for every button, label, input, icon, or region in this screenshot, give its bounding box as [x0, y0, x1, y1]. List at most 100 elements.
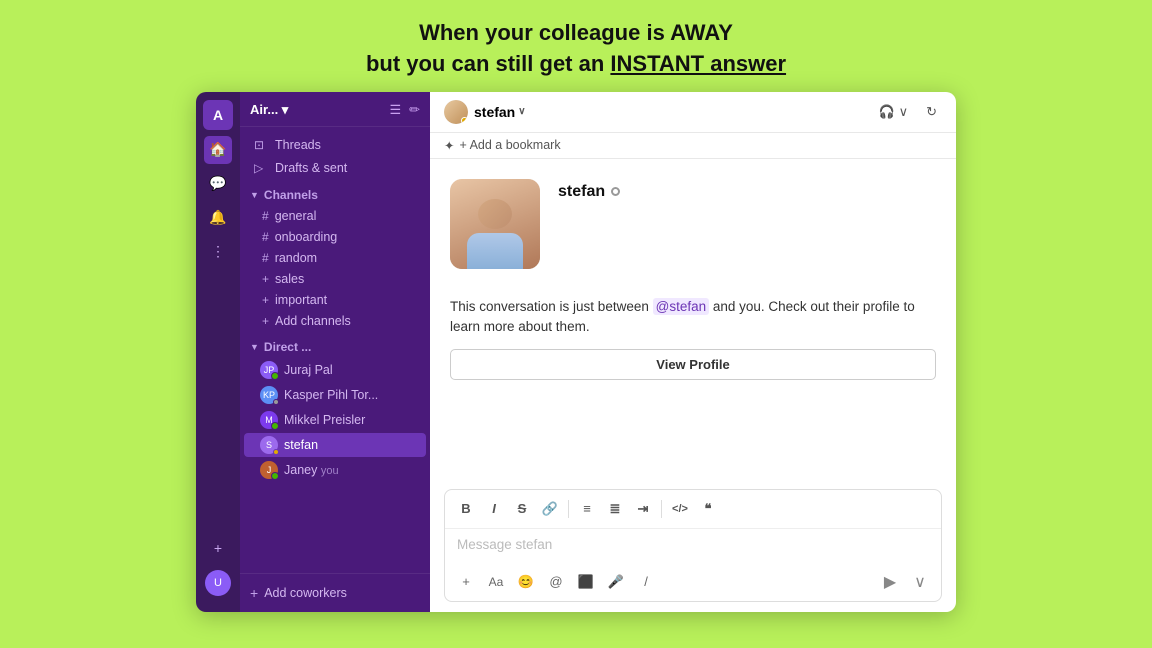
sidebar-header-icons: ☰ ✏ [389, 102, 420, 118]
hash-icon: # [262, 251, 269, 265]
dm-mikkel[interactable]: M Mikkel Preisler [244, 408, 426, 432]
message-composer: B I S 🔗 ≡ ≣ ⇥ </> ❝ Message stefan + Aa … [444, 489, 942, 602]
rail-add-icon[interactable]: + [204, 534, 232, 562]
channel-important[interactable]: + important [244, 290, 426, 310]
channel-general[interactable]: # general [244, 206, 426, 226]
profile-intro: stefan [450, 179, 936, 269]
channel-add[interactable]: + Add channels [244, 311, 426, 331]
app-logo[interactable]: A [203, 100, 233, 130]
italic-button[interactable]: I [481, 496, 507, 522]
bold-button[interactable]: B [453, 496, 479, 522]
header-name[interactable]: stefan ∨ [474, 104, 526, 120]
message-input[interactable]: Message stefan [445, 529, 941, 565]
indent-button[interactable]: ⇥ [630, 496, 656, 522]
rail-bottom: + U [204, 534, 232, 604]
dm-janey[interactable]: J Janey you [244, 458, 426, 482]
dm-avatar-janey: J [260, 461, 278, 479]
send-button[interactable]: ▶ [877, 569, 903, 595]
drafts-icon: ▷ [254, 161, 268, 175]
headline: When your colleague is AWAY but you can … [366, 0, 786, 92]
composer-footer-left: + Aa 😊 @ ⬛ 🎤 / [453, 569, 659, 595]
channel-sales[interactable]: + sales [244, 269, 426, 289]
channels-collapse-icon: ▼ [250, 190, 259, 200]
add-coworkers-icon: + [250, 585, 258, 601]
header-chevron-icon: ∨ [518, 106, 525, 117]
sidebar: Air... ▾ ☰ ✏ ⊡ Threads ▷ Drafts & sent ▼… [240, 92, 430, 612]
filter-icon[interactable]: ☰ [389, 102, 401, 118]
add-bookmark-icon: ✦ [444, 138, 454, 153]
refresh-icon-btn[interactable]: ↻ [921, 101, 942, 123]
workspace-name[interactable]: Air... ▾ [250, 102, 288, 118]
threads-icon: ⊡ [254, 138, 268, 152]
header-status-dot [461, 117, 468, 124]
add-channel-icon: + [262, 314, 269, 328]
intro-text: This conversation is just between @stefa… [450, 297, 936, 338]
composer-toolbar: B I S 🔗 ≡ ≣ ⇥ </> ❝ [445, 490, 941, 529]
avatar-body [467, 233, 523, 269]
blockquote-button[interactable]: ❝ [695, 496, 721, 522]
compose-icon[interactable]: ✏ [409, 102, 420, 118]
call-icon-btn[interactable]: 🎧 ∨ [874, 101, 913, 123]
app-container: A 🏠 💬 🔔 ⋮ + U Air... ▾ ☰ ✏ ⊡ Threads [196, 92, 956, 612]
hash-icon: # [262, 209, 269, 223]
rail-home-icon[interactable]: 🏠 [204, 136, 232, 164]
away-status-dot [611, 187, 620, 196]
profile-avatar-large [450, 179, 540, 269]
channel-random[interactable]: # random [244, 248, 426, 268]
add-coworkers-button[interactable]: + Add coworkers [250, 582, 420, 604]
icon-rail: A 🏠 💬 🔔 ⋮ + U [196, 92, 240, 612]
main-content: stefan ∨ 🎧 ∨ ↻ ✦ + Add a bookmark [430, 92, 956, 612]
composer-footer: + Aa 😊 @ ⬛ 🎤 / ▶ ∨ [445, 565, 941, 601]
rail-more-icon[interactable]: ⋮ [204, 238, 232, 266]
attach-button[interactable]: + [453, 569, 479, 595]
profile-info: stefan [558, 179, 620, 201]
dm-kasper[interactable]: KP Kasper Pihl Tor... [244, 383, 426, 407]
toolbar-divider-2 [661, 500, 662, 518]
header-avatar [444, 100, 468, 124]
emoji-button[interactable]: 😊 [513, 569, 539, 595]
sidebar-nav: ⊡ Threads ▷ Drafts & sent ▼ Channels # g… [240, 127, 430, 573]
direct-section-header[interactable]: ▼ Direct ... [240, 332, 430, 357]
hash-icon: # [262, 230, 269, 244]
avatar-figure [460, 189, 530, 269]
channels-section-header[interactable]: ▼ Channels [240, 180, 430, 205]
mention-tag[interactable]: @stefan [653, 298, 709, 315]
plus-icon: + [262, 272, 269, 286]
font-button[interactable]: Aa [483, 569, 509, 595]
strikethrough-button[interactable]: S [509, 496, 535, 522]
dm-avatar-kasper: KP [260, 386, 278, 404]
header-right: 🎧 ∨ ↻ [874, 101, 942, 123]
main-header: stefan ∨ 🎧 ∨ ↻ [430, 92, 956, 133]
sidebar-item-threads[interactable]: ⊡ Threads [244, 134, 426, 156]
unordered-list-button[interactable]: ≣ [602, 496, 628, 522]
direct-collapse-icon: ▼ [250, 342, 259, 352]
rail-dms-icon[interactable]: 💬 [204, 170, 232, 198]
bookmark-bar: ✦ + Add a bookmark [430, 133, 956, 159]
slash-command-button[interactable]: / [633, 569, 659, 595]
video-button[interactable]: ⬛ [573, 569, 599, 595]
send-chevron-button[interactable]: ∨ [907, 569, 933, 595]
dm-juraj[interactable]: JP Juraj Pal [244, 358, 426, 382]
link-button[interactable]: 🔗 [537, 496, 563, 522]
sidebar-item-drafts[interactable]: ▷ Drafts & sent [244, 157, 426, 179]
headline-line1: When your colleague is AWAY [366, 18, 786, 49]
rail-user-avatar[interactable]: U [205, 570, 231, 596]
profile-avatar-inner [450, 179, 540, 269]
plus-icon: + [262, 293, 269, 307]
sidebar-footer: + Add coworkers [240, 573, 430, 612]
add-bookmark-label[interactable]: + Add a bookmark [459, 138, 560, 152]
profile-name: stefan [558, 183, 620, 201]
toolbar-divider [568, 500, 569, 518]
at-mention-button[interactable]: @ [543, 569, 569, 595]
composer-footer-right: ▶ ∨ [877, 569, 933, 595]
sidebar-header: Air... ▾ ☰ ✏ [240, 92, 430, 127]
ordered-list-button[interactable]: ≡ [574, 496, 600, 522]
channel-onboarding[interactable]: # onboarding [244, 227, 426, 247]
dm-stefan[interactable]: S stefan [244, 433, 426, 457]
mic-button[interactable]: 🎤 [603, 569, 629, 595]
headline-line2: but you can still get an INSTANT answer [366, 49, 786, 80]
rail-bell-icon[interactable]: 🔔 [204, 204, 232, 232]
dm-avatar-stefan: S [260, 436, 278, 454]
view-profile-button[interactable]: View Profile [450, 349, 936, 380]
code-button[interactable]: </> [667, 496, 693, 522]
